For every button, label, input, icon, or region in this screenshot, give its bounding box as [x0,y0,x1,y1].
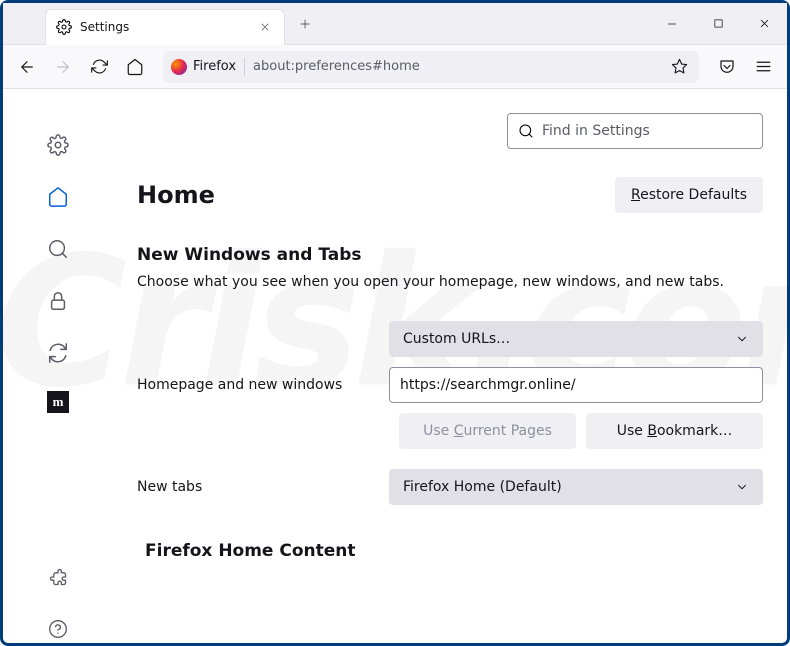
firefox-logo-icon [171,59,187,75]
urlbar-url: about:preferences#home [253,59,420,74]
urlbar-identity: Firefox [171,59,236,75]
settings-sidebar: m [3,89,113,643]
settings-search-box[interactable] [507,113,763,149]
use-current-pages-button[interactable]: Use Current Pages [399,413,576,449]
gear-icon [56,19,72,35]
pocket-button[interactable] [711,51,743,83]
reload-button[interactable] [83,51,115,83]
chevron-down-icon [735,332,749,346]
settings-search-input[interactable] [542,123,752,139]
sidebar-item-privacy[interactable] [44,287,72,315]
maximize-button[interactable] [695,3,741,45]
section-new-windows-desc: Choose what you see when you open your h… [137,273,763,293]
sidebar-item-search[interactable] [44,235,72,263]
homepage-label: Homepage and new windows [137,377,377,393]
use-bookmark-button[interactable]: Use Bookmark… [586,413,763,449]
sidebar-item-general[interactable] [44,131,72,159]
url-bar[interactable]: Firefox about:preferences#home [163,51,699,83]
urlbar-identity-label: Firefox [193,59,236,74]
settings-main: Home Restore Defaults New Windows and Ta… [113,89,787,643]
search-icon [518,123,534,139]
sidebar-item-home[interactable] [44,183,72,211]
sidebar-item-extensions[interactable] [44,563,72,591]
newtabs-label: New tabs [137,479,377,495]
page-title: Home [137,181,215,209]
home-button[interactable] [119,51,151,83]
tab-title: Settings [80,20,248,34]
window-controls [649,3,787,45]
newtabs-value: Firefox Home (Default) [403,479,562,495]
app-menu-button[interactable] [747,51,779,83]
sidebar-item-help[interactable] [44,615,72,643]
homepage-url-input[interactable] [389,367,763,403]
browser-tab[interactable]: Settings [45,9,285,45]
back-button[interactable] [11,51,43,83]
section-home-content-title: Firefox Home Content [145,541,763,561]
titlebar: Settings [3,3,787,45]
bookmark-star-icon[interactable] [667,55,691,79]
restore-defaults-button[interactable]: Restore Defaults [615,177,763,213]
newtabs-select[interactable]: Firefox Home (Default) [389,469,763,505]
sidebar-item-more-mozilla[interactable]: m [47,391,69,413]
mozilla-icon: m [47,391,69,413]
chevron-down-icon [735,480,749,494]
urlbar-separator [244,58,245,76]
sidebar-item-sync[interactable] [44,339,72,367]
toolbar: Firefox about:preferences#home [3,45,787,89]
forward-button[interactable] [47,51,79,83]
close-window-button[interactable] [741,3,787,45]
new-tab-button[interactable] [291,10,319,38]
close-tab-icon[interactable] [256,18,274,36]
minimize-button[interactable] [649,3,695,45]
section-new-windows-title: New Windows and Tabs [137,245,763,265]
homepage-mode-select[interactable]: Custom URLs… [389,321,763,357]
homepage-mode-value: Custom URLs… [403,331,510,347]
